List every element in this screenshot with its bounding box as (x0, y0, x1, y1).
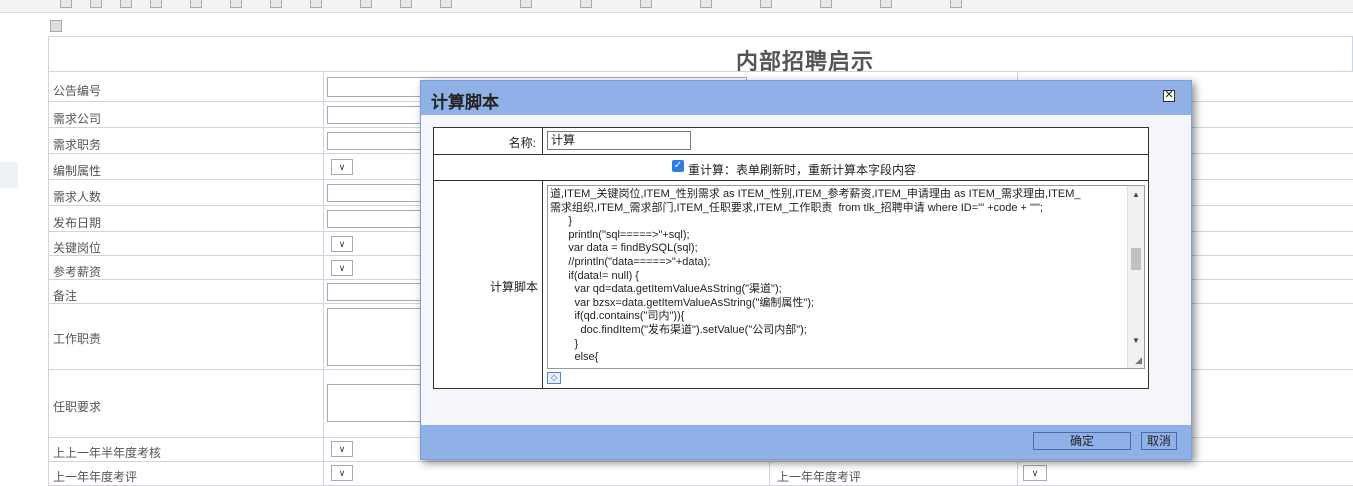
field-label: 参考薪资 (53, 265, 102, 279)
toolbar-icon[interactable] (440, 0, 452, 8)
field-label: 需求人数 (53, 190, 102, 204)
toolbar-icon[interactable] (90, 0, 102, 8)
toolbar-icon[interactable] (270, 0, 282, 8)
column-divider (323, 180, 324, 205)
script-line: 需求组织,ITEM_需求部门,ITEM_任职要求,ITEM_工作职责 from … (550, 201, 1043, 214)
chevron-down-icon[interactable]: ∨ (331, 465, 353, 481)
toolbar-icon[interactable] (580, 0, 592, 8)
toolbar-icon[interactable] (230, 0, 242, 8)
field-label: 备注 (53, 289, 78, 303)
field-label: 工作职责 (53, 332, 102, 346)
field-label: 上一年年度考评 (777, 470, 862, 484)
name-input[interactable]: 计算 (547, 131, 691, 150)
script-label: 计算脚本 (490, 280, 539, 294)
column-divider (323, 280, 324, 303)
column-divider (1017, 462, 1018, 485)
scroll-down-icon[interactable]: ▼ (1132, 336, 1140, 345)
scrollbar[interactable]: ▲ ▼ (1127, 186, 1144, 368)
toolbar-icon[interactable] (950, 0, 962, 8)
column-divider (323, 232, 324, 255)
column-divider (769, 462, 770, 485)
column-divider (323, 462, 324, 485)
script-line: println("sql=====>"+sql); (550, 228, 690, 241)
toolbar-icon[interactable] (360, 0, 372, 8)
column-divider (323, 154, 324, 179)
column-divider (323, 206, 324, 231)
toolbar-icon[interactable] (190, 0, 202, 8)
script-line: var qd=data.getItemValueAsString("渠道"); (550, 283, 782, 296)
toolbar-icon[interactable] (120, 0, 132, 8)
toolbar-icon[interactable] (310, 0, 322, 8)
script-textarea[interactable]: 道,ITEM_关键岗位,ITEM_性别需求 as ITEM_性别,ITEM_参考… (547, 185, 1145, 369)
dialog-header[interactable]: 计算脚本 ✕ (421, 81, 1191, 115)
dialog-footer: 确定 取消 (421, 425, 1191, 459)
script-line: var bzsx=data.getItemValueAsString("编制属性… (550, 296, 815, 309)
field-label: 需求职务 (53, 138, 102, 152)
toolbar-icon[interactable] (640, 0, 652, 8)
toolbar-icon[interactable] (150, 0, 162, 8)
form-handle-icon[interactable] (50, 20, 62, 32)
script-line: if(qd.contains("司内")){ (550, 310, 685, 323)
cancel-button[interactable]: 取消 (1141, 432, 1177, 450)
calc-script-dialog: 计算脚本 ✕ 名称: 计算 ✓ 重计算：表单刷新时，重新计算本字段内容 计算脚本… (420, 80, 1192, 460)
script-row: 计算脚本 道,ITEM_关键岗位,ITEM_性别需求 as ITEM_性别,IT… (434, 180, 1148, 388)
recalc-row: ✓ 重计算：表单刷新时，重新计算本字段内容 (434, 154, 1148, 181)
chevron-down-icon[interactable]: ∨ (331, 260, 353, 276)
editor-toolbar (0, 0, 1353, 13)
column-divider (323, 256, 324, 279)
script-line: var data = findBySQL(sql); (550, 242, 698, 255)
column-divider (323, 128, 324, 153)
left-nav-highlight (0, 162, 18, 188)
toolbar-icon[interactable] (880, 0, 892, 8)
script-line: //println("data=====>"+data); (550, 255, 711, 268)
dialog-title: 计算脚本 (431, 93, 499, 112)
scrollbar-thumb[interactable] (1131, 248, 1141, 270)
form-row: 上一年年度考评 ∨ 上一年年度考评 ∨ (48, 462, 1353, 486)
name-label: 名称: (508, 136, 536, 150)
ok-button[interactable]: 确定 (1033, 432, 1131, 450)
script-line: if(data!= null) { (550, 269, 639, 282)
column-divider (542, 180, 543, 388)
recalc-checkbox[interactable]: ✓ (672, 160, 684, 172)
chevron-down-icon[interactable]: ∨ (331, 441, 353, 457)
field-label: 发布日期 (53, 216, 102, 230)
chevron-down-icon[interactable]: ∨ (331, 236, 353, 252)
field-label: 关键岗位 (53, 241, 102, 255)
column-divider (323, 102, 324, 127)
script-code: 道,ITEM_关键岗位,ITEM_性别需求 as ITEM_性别,ITEM_参考… (550, 188, 1128, 365)
script-line: else{ (550, 351, 599, 364)
column-divider (323, 370, 324, 437)
toolbar-icon[interactable] (400, 0, 412, 8)
expand-icon[interactable]: ◇ (547, 372, 561, 384)
field-label: 公告编号 (53, 84, 102, 98)
toolbar-icon[interactable] (520, 0, 532, 8)
toolbar-icon[interactable] (700, 0, 712, 8)
column-divider (323, 438, 324, 461)
column-divider (323, 304, 324, 369)
toolbar-icon[interactable] (820, 0, 832, 8)
chevron-down-icon[interactable]: ∨ (331, 159, 353, 175)
close-icon[interactable]: ✕ (1163, 90, 1175, 102)
toolbar-icon[interactable] (760, 0, 772, 8)
chevron-down-icon[interactable]: ∨ (1023, 465, 1047, 481)
script-line: doc.findItem("发布渠道").setValue("公司内部"); (550, 323, 807, 336)
dialog-form-table: 名称: 计算 ✓ 重计算：表单刷新时，重新计算本字段内容 计算脚本 道,ITEM… (433, 127, 1149, 389)
field-label: 上上一年半年度考核 (53, 446, 162, 460)
field-label: 需求公司 (53, 112, 102, 126)
scroll-up-icon[interactable]: ▲ (1132, 190, 1140, 199)
field-label: 上一年年度考评 (53, 470, 138, 484)
script-line: 道,ITEM_关键岗位,ITEM_性别需求 as ITEM_性别,ITEM_参考… (550, 188, 1081, 200)
resize-grip-icon[interactable]: ◢ (1135, 355, 1142, 366)
script-line: } (550, 337, 579, 350)
field-label: 编制属性 (53, 164, 102, 178)
script-line: } (550, 215, 573, 228)
column-divider (542, 128, 543, 154)
recalc-label: 重计算：表单刷新时，重新计算本字段内容 (688, 163, 917, 177)
column-divider (323, 72, 324, 101)
name-row: 名称: 计算 (434, 128, 1148, 155)
field-label: 任职要求 (53, 400, 102, 414)
form-title-cell (48, 36, 1353, 72)
toolbar-icon[interactable] (60, 0, 72, 8)
